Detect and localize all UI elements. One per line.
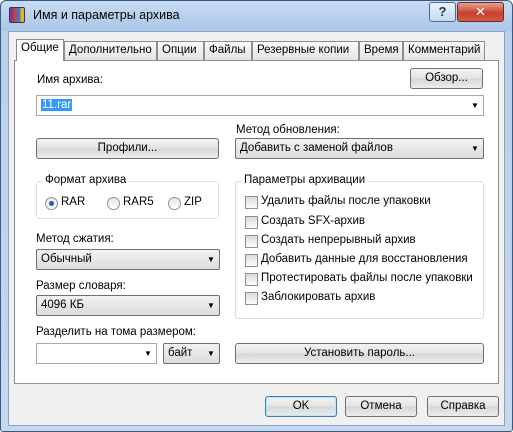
- test-files-label[interactable]: Протестировать файлы после упаковки: [261, 272, 473, 284]
- recovery-record-label[interactable]: Добавить данные для восстановления: [261, 253, 468, 265]
- chevron-down-icon[interactable]: ▼: [140, 344, 156, 363]
- update-method-select[interactable]: Добавить с заменой файлов ▼: [235, 138, 484, 159]
- compression-method-label: Метод сжатия:: [36, 233, 114, 245]
- tab-comment[interactable]: Комментарий: [403, 41, 485, 60]
- help-title-button[interactable]: ?: [429, 2, 456, 22]
- tab-backup[interactable]: Резервные копии: [252, 41, 359, 60]
- format-rar5-label[interactable]: RAR5: [123, 196, 154, 208]
- archive-name-value[interactable]: 11.rar: [41, 99, 73, 111]
- archive-format-group: Формат архива RAR RAR5 ZIP: [36, 174, 219, 219]
- update-method-label: Метод обновления:: [236, 124, 340, 136]
- compression-method-value: Обычный: [41, 253, 92, 265]
- recovery-record-checkbox[interactable]: [245, 254, 258, 267]
- solid-archive-checkbox[interactable]: [245, 235, 258, 248]
- archiving-options-label: Параметры архивации: [242, 174, 368, 186]
- chevron-down-icon: ▼: [471, 144, 479, 153]
- chevron-down-icon: ▼: [207, 255, 215, 264]
- tab-general[interactable]: Общие: [16, 39, 64, 61]
- test-files-checkbox[interactable]: [245, 273, 258, 286]
- sfx-archive-label[interactable]: Создать SFX-архив: [261, 215, 365, 227]
- solid-archive-label[interactable]: Создать непрерывный архив: [261, 234, 416, 246]
- tab-options[interactable]: Опции: [157, 41, 204, 60]
- general-tab-panel: Имя архива: Обзор... 11.rar ▼ Профили...…: [14, 60, 499, 384]
- chevron-down-icon: ▼: [207, 349, 215, 358]
- tab-time[interactable]: Время: [359, 41, 403, 60]
- update-method-value: Добавить с заменой файлов: [240, 142, 393, 154]
- chevron-down-icon[interactable]: ▼: [467, 96, 483, 115]
- split-volumes-label: Разделить на тома размером:: [36, 326, 196, 338]
- format-zip-radio[interactable]: [168, 197, 181, 210]
- split-size-combo[interactable]: ▼: [36, 343, 157, 364]
- archive-name-label: Имя архива:: [37, 74, 104, 86]
- delete-files-label[interactable]: Удалить файлы после упаковки: [261, 195, 431, 207]
- dictionary-size-label: Размер словаря:: [36, 280, 126, 292]
- window-title: Имя и параметры архива: [33, 8, 180, 22]
- profiles-button[interactable]: Профили...: [36, 138, 219, 159]
- lock-archive-checkbox[interactable]: [245, 292, 258, 305]
- set-password-button[interactable]: Установить пароль...: [235, 343, 484, 364]
- compression-method-select[interactable]: Обычный ▼: [36, 249, 220, 270]
- archive-format-label: Формат архива: [43, 174, 129, 186]
- sfx-archive-checkbox[interactable]: [245, 216, 258, 229]
- cancel-button[interactable]: Отмена: [345, 396, 417, 417]
- delete-files-checkbox[interactable]: [245, 196, 258, 209]
- archiving-options-group: Параметры архивации Удалить файлы после …: [235, 174, 484, 319]
- title-bar[interactable]: Имя и параметры архива ? ✕: [1, 1, 512, 31]
- split-unit-value: байт: [168, 347, 193, 359]
- format-rar5-radio[interactable]: [107, 197, 120, 210]
- help-button[interactable]: Справка: [427, 396, 499, 417]
- dictionary-size-value: 4096 КБ: [41, 299, 85, 311]
- format-rar-label[interactable]: RAR: [61, 196, 85, 208]
- dialog-client-area: Общие Дополнительно Опции Файлы Резервны…: [8, 31, 505, 426]
- split-unit-select[interactable]: байт ▼: [163, 343, 220, 364]
- dictionary-size-select[interactable]: 4096 КБ ▼: [36, 295, 220, 316]
- ok-button[interactable]: OK: [265, 396, 337, 417]
- tab-files[interactable]: Файлы: [204, 41, 252, 60]
- browse-button[interactable]: Обзор...: [410, 68, 483, 89]
- chevron-down-icon: ▼: [207, 301, 215, 310]
- format-rar-radio[interactable]: [45, 197, 58, 210]
- tab-advanced[interactable]: Дополнительно: [64, 41, 157, 60]
- lock-archive-label[interactable]: Заблокировать архив: [261, 291, 375, 303]
- format-zip-label[interactable]: ZIP: [184, 196, 202, 208]
- archive-name-combo[interactable]: 11.rar ▼: [36, 95, 484, 116]
- close-button[interactable]: ✕: [457, 2, 504, 22]
- winrar-books-icon: [9, 7, 25, 23]
- archive-dialog-window: Имя и параметры архива ? ✕ Общие Дополни…: [0, 0, 513, 432]
